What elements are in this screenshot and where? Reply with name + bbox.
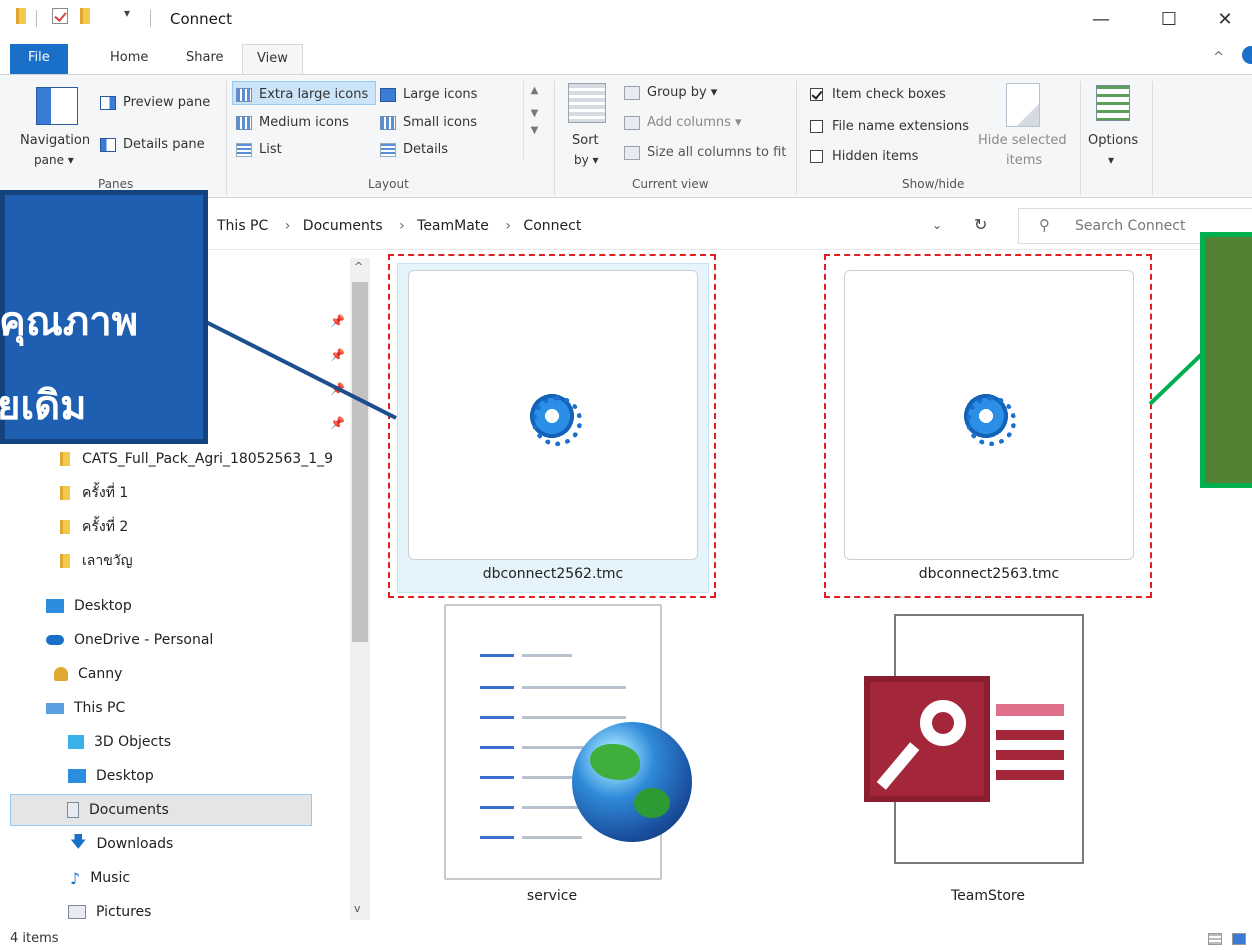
green-callout [1200,232,1252,488]
callout-text-line2: ยเดิม [0,383,87,429]
green-callout-pointer [1148,350,1206,406]
blue-callout-pointer [205,320,397,420]
callout-text-line1: คุณภาพ [0,299,139,345]
callout-pointers [205,320,1206,420]
blue-callout: คุณภาพ ยเดิม [0,190,208,444]
